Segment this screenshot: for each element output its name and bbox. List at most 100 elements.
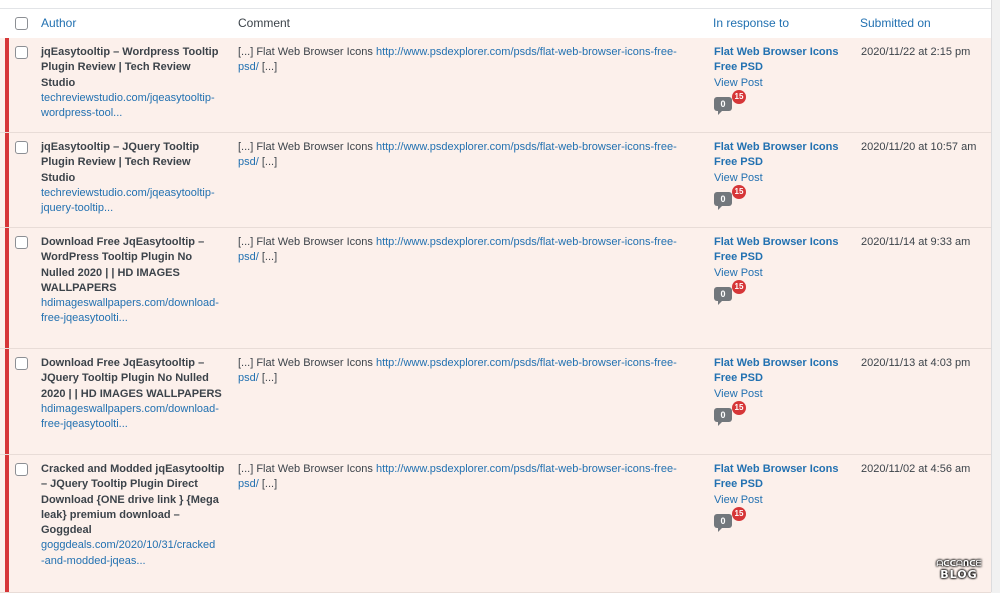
comment-link[interactable]: http://www.psdexplorer.com/psds/flat-web…: [376, 463, 677, 475]
view-post-link[interactable]: View Post: [714, 171, 854, 186]
author-name-line[interactable]: jqEasytooltip – Wordpress Tooltip: [41, 45, 226, 60]
approved-comments-bubble[interactable]: 0: [714, 513, 732, 532]
approved-comments-bubble[interactable]: 0: [714, 96, 732, 115]
author-name-line[interactable]: jqEasytooltip – JQuery Tooltip: [41, 140, 226, 155]
author-name-line[interactable]: leak} premium download –: [41, 508, 226, 523]
author-url-line[interactable]: techreviewstudio.com/jqeasytooltip-: [41, 186, 226, 201]
response-post-title-line[interactable]: Free PSD: [714, 155, 854, 170]
author-name-line[interactable]: Download Free JqEasytooltip –: [41, 356, 226, 371]
in-response-to-cell: Flat Web Browser Icons Free PSD View Post…: [714, 45, 854, 117]
submitted-on-cell[interactable]: 2020/11/14 at 9:33 am: [861, 235, 986, 250]
approved-comments-bubble[interactable]: 0: [714, 191, 732, 210]
comment-count-bubbles: 0 15: [714, 89, 854, 117]
comment-text: [...] Flat Web Browser Icons: [238, 141, 376, 153]
comment-link[interactable]: http://www.psdexplorer.com/psds/flat-web…: [376, 236, 677, 248]
author-name-line[interactable]: Download Free JqEasytooltip –: [41, 235, 226, 250]
view-post-link[interactable]: View Post: [714, 387, 854, 402]
approved-comments-bubble[interactable]: 0: [714, 407, 732, 426]
comments-table: Author Comment In response to Submitted …: [0, 0, 992, 593]
row-checkbox[interactable]: [15, 46, 28, 59]
author-url-line[interactable]: wordpress-tool...: [41, 106, 226, 121]
column-comment: Comment: [238, 16, 291, 30]
comment-link[interactable]: http://www.psdexplorer.com/psds/flat-web…: [376, 141, 677, 153]
comment-link-continued[interactable]: psd/: [238, 156, 259, 168]
row-checkbox[interactable]: [15, 357, 28, 370]
table-row: Cracked and Modded jqEasytooltip – JQuery…: [0, 455, 991, 593]
comment-text-suffix: [...]: [258, 61, 278, 74]
column-in-response-to-sort[interactable]: In response to: [713, 16, 789, 30]
comment-text-suffix: [...]: [258, 478, 278, 491]
row-checkbox[interactable]: [15, 463, 28, 476]
author-url-line[interactable]: jquery-tooltip...: [41, 201, 226, 216]
table-header: Author Comment In response to Submitted …: [0, 8, 991, 39]
pending-comments-badge[interactable]: 15: [732, 400, 746, 415]
author-name-line[interactable]: Cracked and Modded jqEasytooltip: [41, 462, 226, 477]
comment-text-suffix: [...]: [258, 156, 278, 169]
submitted-on-cell[interactable]: 2020/11/22 at 2:15 pm: [861, 45, 986, 60]
submitted-on-cell[interactable]: 2020/11/13 at 4:03 pm: [861, 356, 986, 371]
author-name-line[interactable]: – JQuery Tooltip Plugin Direct: [41, 477, 226, 492]
table-row: Download Free JqEasytooltip – JQuery Tool…: [0, 349, 991, 455]
submitted-on-cell[interactable]: 2020/11/02 at 4:56 am: [861, 462, 986, 477]
response-post-title-line[interactable]: Free PSD: [714, 371, 854, 386]
author-cell: jqEasytooltip – Wordpress Tooltip Plugin …: [41, 45, 226, 121]
comment-link-continued[interactable]: psd/: [238, 251, 259, 263]
unapproved-indicator-bar: [5, 455, 9, 592]
pending-comments-badge[interactable]: 15: [732, 89, 746, 104]
author-name-line[interactable]: JQuery Tooltip Plugin No Nulled: [41, 371, 226, 386]
comment-link[interactable]: http://www.psdexplorer.com/psds/flat-web…: [376, 46, 677, 58]
in-response-to-cell: Flat Web Browser Icons Free PSD View Post…: [714, 140, 854, 212]
approved-comments-bubble[interactable]: 0: [714, 286, 732, 305]
unapproved-indicator-bar: [5, 133, 9, 227]
unapproved-indicator-bar: [5, 228, 9, 348]
column-author-sort[interactable]: Author: [41, 16, 76, 30]
author-name-line[interactable]: WordPress Tooltip Plugin No: [41, 250, 226, 265]
select-all-checkbox[interactable]: [15, 17, 28, 30]
submitted-on-cell[interactable]: 2020/11/20 at 10:57 am: [861, 140, 986, 155]
view-post-link[interactable]: View Post: [714, 493, 854, 508]
response-post-title-line[interactable]: Free PSD: [714, 477, 854, 492]
response-post-title-line[interactable]: Flat Web Browser Icons: [714, 45, 854, 60]
author-name-line[interactable]: 2020 | | HD IMAGES WALLPAPERS: [41, 387, 226, 402]
view-post-link[interactable]: View Post: [714, 76, 854, 91]
column-submitted-on-sort[interactable]: Submitted on: [860, 16, 931, 30]
author-cell: Download Free JqEasytooltip – WordPress T…: [41, 235, 226, 327]
author-url-line[interactable]: free-jqeasytoolti...: [41, 417, 226, 432]
view-post-link[interactable]: View Post: [714, 266, 854, 281]
row-checkbox[interactable]: [15, 236, 28, 249]
comment-cell: [...] Flat Web Browser Icons http://www.…: [238, 462, 698, 493]
pending-comments-badge[interactable]: 15: [732, 279, 746, 294]
author-url-line[interactable]: hdimageswallpapers.com/download-: [41, 402, 226, 417]
comment-link-continued[interactable]: psd/: [238, 372, 259, 384]
response-post-title-line[interactable]: Free PSD: [714, 60, 854, 75]
response-post-title-line[interactable]: Flat Web Browser Icons: [714, 356, 854, 371]
author-url-line[interactable]: goggdeals.com/2020/10/31/cracked: [41, 538, 226, 553]
comment-cell: [...] Flat Web Browser Icons http://www.…: [238, 356, 698, 387]
author-url-line[interactable]: free-jqeasytoolti...: [41, 311, 226, 326]
response-post-title-line[interactable]: Free PSD: [714, 250, 854, 265]
comment-link-continued[interactable]: psd/: [238, 478, 259, 490]
author-name-line[interactable]: Goggdeal: [41, 523, 226, 538]
pending-comments-badge[interactable]: 15: [732, 506, 746, 521]
comment-link[interactable]: http://www.psdexplorer.com/psds/flat-web…: [376, 357, 677, 369]
comment-count-bubbles: 0 15: [714, 400, 854, 428]
comment-cell: [...] Flat Web Browser Icons http://www.…: [238, 45, 698, 76]
author-name-line[interactable]: Plugin Review | Tech Review Studio: [41, 60, 226, 91]
author-name-line[interactable]: Plugin Review | Tech Review Studio: [41, 155, 226, 186]
row-checkbox[interactable]: [15, 141, 28, 154]
author-url-line[interactable]: hdimageswallpapers.com/download-: [41, 296, 226, 311]
response-post-title-line[interactable]: Flat Web Browser Icons: [714, 235, 854, 250]
author-url-line[interactable]: techreviewstudio.com/jqeasytooltip-: [41, 91, 226, 106]
unapproved-indicator-bar: [5, 38, 9, 132]
author-name-line[interactable]: Download {ONE drive link } {Mega: [41, 493, 226, 508]
author-name-line[interactable]: Nulled 2020 | | HD IMAGES: [41, 266, 226, 281]
author-name-line[interactable]: WALLPAPERS: [41, 281, 226, 296]
in-response-to-cell: Flat Web Browser Icons Free PSD View Post…: [714, 356, 854, 428]
response-post-title-line[interactable]: Flat Web Browser Icons: [714, 462, 854, 477]
author-url-line[interactable]: -and-modded-jqeas...: [41, 554, 226, 569]
table-row: jqEasytooltip – JQuery Tooltip Plugin Rev…: [0, 133, 991, 228]
author-cell: jqEasytooltip – JQuery Tooltip Plugin Rev…: [41, 140, 226, 216]
pending-comments-badge[interactable]: 15: [732, 184, 746, 199]
comment-link-continued[interactable]: psd/: [238, 61, 259, 73]
response-post-title-line[interactable]: Flat Web Browser Icons: [714, 140, 854, 155]
